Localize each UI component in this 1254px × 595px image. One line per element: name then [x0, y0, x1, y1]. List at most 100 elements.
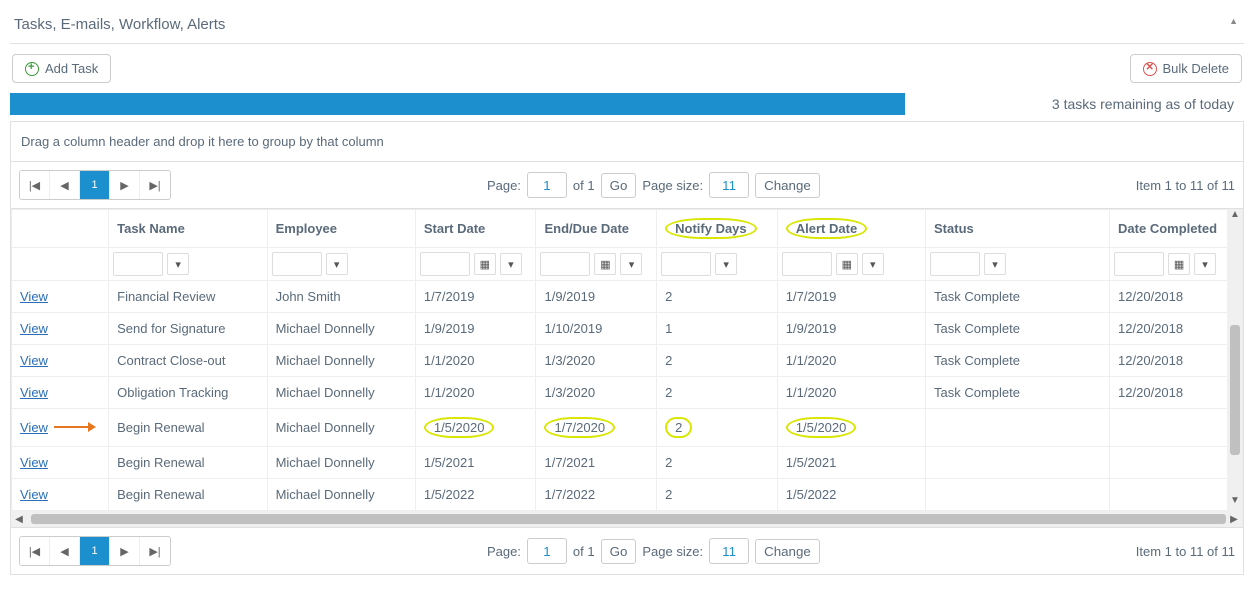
col-start-date[interactable]: Start Date [415, 210, 536, 248]
filter-icon[interactable]: ▾ [167, 253, 189, 275]
filter-notify-input[interactable] [661, 252, 711, 276]
filter-icon[interactable]: ▾ [1194, 253, 1216, 275]
pager-page-1-button[interactable]: 1 [80, 537, 110, 565]
pager-last-button[interactable]: ▶| [140, 171, 170, 199]
view-link[interactable]: View [20, 385, 48, 400]
scroll-down-icon[interactable]: ▼ [1230, 495, 1240, 511]
pagesize-input[interactable] [709, 538, 749, 564]
view-link[interactable]: View [20, 487, 48, 502]
col-date-completed[interactable]: Date Completed [1110, 210, 1243, 248]
cell-notify: 2 [657, 409, 778, 447]
cell-task: Financial Review [109, 281, 267, 313]
pager-first-button[interactable]: |◀ [20, 171, 50, 199]
scroll-right-icon[interactable]: ▶ [1226, 514, 1242, 525]
cell-alert: 1/5/2020 [777, 409, 925, 447]
filter-icon[interactable]: ▾ [620, 253, 642, 275]
cell-employee: Michael Donnelly [267, 313, 415, 345]
change-button[interactable]: Change [755, 539, 820, 564]
pagesize-input[interactable] [709, 172, 749, 198]
collapse-icon[interactable]: ▲ [1229, 16, 1238, 26]
col-alert-date[interactable]: Alert Date [777, 210, 925, 248]
cell-notify: 1 [657, 313, 778, 345]
cell-end: 1/7/2021 [536, 447, 657, 479]
filter-icon[interactable]: ▾ [715, 253, 737, 275]
view-link[interactable]: View [20, 289, 48, 304]
scroll-thumb[interactable] [1230, 325, 1240, 455]
cell-completed [1110, 409, 1243, 447]
bulk-delete-label: Bulk Delete [1163, 61, 1229, 76]
vertical-scrollbar[interactable]: ▲ ▼ [1227, 209, 1243, 511]
view-link[interactable]: View [20, 353, 48, 368]
calendar-icon[interactable]: ▦ [594, 253, 616, 275]
scroll-thumb-h[interactable] [31, 514, 1226, 524]
filter-status-input[interactable] [930, 252, 980, 276]
cell-start: 1/5/2021 [415, 447, 536, 479]
view-link[interactable]: View [20, 455, 48, 470]
cell-notify: 2 [657, 447, 778, 479]
col-end-date[interactable]: End/Due Date [536, 210, 657, 248]
page-input[interactable] [527, 172, 567, 198]
filter-icon[interactable]: ▾ [500, 253, 522, 275]
cell-notify: 2 [657, 345, 778, 377]
filter-completed-input[interactable] [1114, 252, 1164, 276]
pager-prev-button[interactable]: ◀ [50, 537, 80, 565]
page-input[interactable] [527, 538, 567, 564]
change-button[interactable]: Change [755, 173, 820, 198]
toolbar: Add Task Bulk Delete [10, 44, 1244, 93]
filter-task-input[interactable] [113, 252, 163, 276]
table-row: ViewBegin RenewalMichael Donnelly1/5/202… [12, 479, 1243, 511]
cell-start: 1/5/2020 [415, 409, 536, 447]
pager-next-button[interactable]: ▶ [110, 537, 140, 565]
filter-start-input[interactable] [420, 252, 470, 276]
calendar-icon[interactable]: ▦ [836, 253, 858, 275]
group-drop-zone[interactable]: Drag a column header and drop it here to… [11, 122, 1243, 162]
table-row: ViewContract Close-outMichael Donnelly1/… [12, 345, 1243, 377]
pager-prev-button[interactable]: ◀ [50, 171, 80, 199]
panel-header: Tasks, E-mails, Workflow, Alerts ▲ [10, 10, 1244, 44]
filter-icon[interactable]: ▾ [862, 253, 884, 275]
view-link[interactable]: View [20, 420, 48, 435]
view-link[interactable]: View [20, 321, 48, 336]
cell-status: Task Complete [926, 313, 1110, 345]
cell-completed: 12/20/2018 [1110, 377, 1243, 409]
cell-alert: 1/5/2022 [777, 479, 925, 511]
col-employee[interactable]: Employee [267, 210, 415, 248]
pager-page-1-button[interactable]: 1 [80, 171, 110, 199]
col-status[interactable]: Status [926, 210, 1110, 248]
scroll-up-icon[interactable]: ▲ [1230, 209, 1240, 225]
horizontal-scrollbar[interactable]: ◀ ▶ [11, 511, 1243, 527]
col-view[interactable] [12, 210, 109, 248]
cell-completed [1110, 479, 1243, 511]
filter-alert-input[interactable] [782, 252, 832, 276]
table-row: ViewBegin RenewalMichael Donnelly1/5/202… [12, 447, 1243, 479]
cell-task: Begin Renewal [109, 409, 267, 447]
bulk-delete-button[interactable]: Bulk Delete [1130, 54, 1242, 83]
cell-employee: Michael Donnelly [267, 345, 415, 377]
add-task-button[interactable]: Add Task [12, 54, 111, 83]
go-button[interactable]: Go [601, 539, 637, 564]
remaining-count-text: 3 tasks remaining as of today [1052, 96, 1244, 112]
cell-status [926, 447, 1110, 479]
pagesize-label: Page size: [642, 178, 703, 193]
calendar-icon[interactable]: ▦ [474, 253, 496, 275]
x-circle-icon [1143, 62, 1157, 76]
calendar-icon[interactable]: ▦ [1168, 253, 1190, 275]
pager-first-button[interactable]: |◀ [20, 537, 50, 565]
filter-icon[interactable]: ▾ [326, 253, 348, 275]
pager-next-button[interactable]: ▶ [110, 171, 140, 199]
panel-title: Tasks, E-mails, Workflow, Alerts [14, 16, 225, 33]
filter-employee-input[interactable] [272, 252, 322, 276]
cell-task: Begin Renewal [109, 479, 267, 511]
filter-end-input[interactable] [540, 252, 590, 276]
col-notify-days[interactable]: Notify Days [657, 210, 778, 248]
col-task-name[interactable]: Task Name [109, 210, 267, 248]
pager-last-button[interactable]: ▶| [140, 537, 170, 565]
scroll-left-icon[interactable]: ◀ [11, 514, 27, 525]
go-button[interactable]: Go [601, 173, 637, 198]
cell-employee: Michael Donnelly [267, 409, 415, 447]
filter-icon[interactable]: ▾ [984, 253, 1006, 275]
cell-end: 1/7/2022 [536, 479, 657, 511]
cell-start: 1/9/2019 [415, 313, 536, 345]
cell-start: 1/7/2019 [415, 281, 536, 313]
cell-completed: 12/20/2018 [1110, 345, 1243, 377]
